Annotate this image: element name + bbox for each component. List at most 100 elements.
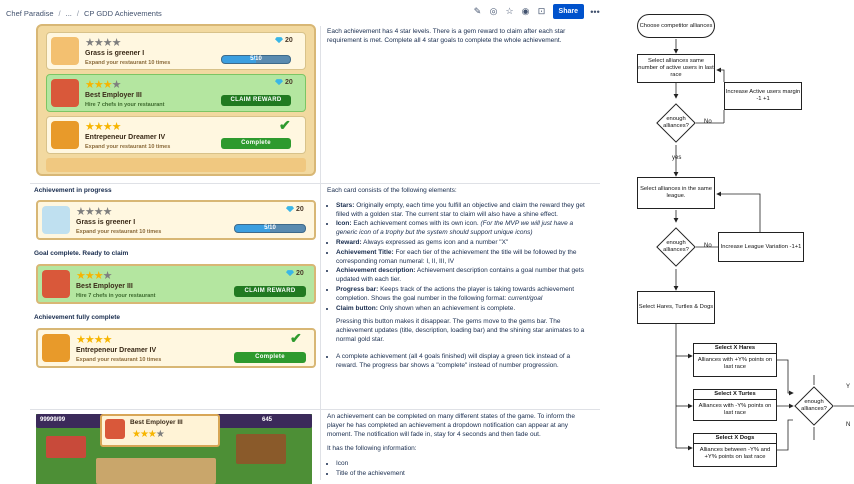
column-divider	[320, 184, 321, 409]
achievement-card-in-progress: ★★★★ Grass is greener I Expand your rest…	[36, 200, 316, 240]
star-icon[interactable]: ☆	[505, 6, 515, 17]
page-actions: ✎ ◎ ☆ ◉ ⊡ Share •••	[473, 4, 600, 19]
flowchart: Choose competitor alliances Select allia…	[600, 0, 854, 480]
achievement-title: Grass is greener I	[76, 219, 136, 226]
flow-start: Choose competitor alliances	[637, 14, 715, 38]
flow-label-no: No	[704, 119, 712, 125]
share-button[interactable]: Share	[552, 4, 584, 19]
stars: ★★★★	[76, 270, 112, 282]
achievement-description: Expand your restaurant 10 times	[85, 60, 171, 66]
achievement-icon	[42, 206, 70, 234]
check-icon: ✔	[279, 117, 291, 133]
complete-button: Complete	[234, 352, 306, 363]
achievement-card: ★★★★ Best Employer III Hire 7 chefs in y…	[46, 74, 306, 112]
achievement-description: Expand your restaurant 10 times	[76, 357, 162, 363]
watch-icon[interactable]: ◉	[521, 6, 531, 17]
flow-select-turtles: Select X Turtes Alliances with -Y% point…	[693, 389, 777, 421]
state-heading: Achievement in progress	[34, 187, 112, 194]
achievements-table: ★★★★ Grass is greener I Expand your rest…	[30, 24, 600, 484]
achievement-title: Best Employer III	[85, 92, 142, 99]
restrictions-icon[interactable]: ⊡	[537, 6, 547, 17]
gem-icon	[275, 37, 283, 44]
breadcrumb-separator: /	[58, 8, 61, 18]
achievement-card-complete: ★★★★ Entrepeneur Dreamer IV Expand your …	[36, 328, 316, 368]
game-field	[96, 458, 216, 484]
more-icon[interactable]: •••	[590, 7, 600, 17]
table-row: 99999/99 645 Best Employer III ★★★★ An a…	[30, 409, 600, 484]
achievement-icon	[42, 334, 70, 362]
comment-icon[interactable]: ◎	[489, 6, 499, 17]
flow-increase-active-users: Increase Active users margin -1 +1	[724, 82, 802, 110]
flow-select-hares: Select X Hares Alliances with +Y% points…	[693, 343, 777, 377]
row-description: Each achievement has 4 star levels. Ther…	[327, 28, 566, 44]
gem-reward: 20	[286, 270, 304, 277]
achievement-title: Best Employer III	[76, 283, 133, 290]
stars: ★★★★	[132, 429, 165, 440]
hud-coins: 645	[262, 417, 273, 423]
gem-reward: 20	[275, 79, 293, 86]
achievement-title: Entrepeneur Dreamer IV	[85, 134, 166, 141]
stars: ★★★★	[85, 79, 121, 91]
game-building	[46, 436, 86, 458]
table-row: Achievement in progress ★★★★ Grass is gr…	[30, 183, 600, 409]
gem-icon	[286, 206, 294, 213]
breadcrumb-space[interactable]: Chef Paradise	[6, 9, 54, 18]
stars: ★★★★	[85, 37, 121, 49]
notification-title: Best Employer III	[130, 419, 183, 426]
flow-label-n: N	[846, 422, 851, 428]
flow-increase-league-variation: Increase League Variation -1+1	[718, 232, 804, 262]
flow-decision-enough-alliances: enough alliances?	[656, 103, 696, 143]
achievement-description: Hire 7 chefs in your restaurant	[85, 102, 165, 108]
flow-select-dogs: Select X Dogs Alliances between -Y% and …	[693, 433, 777, 467]
gem-reward: 20	[286, 206, 304, 213]
claim-reward-button[interactable]: CLAIM REWARD	[234, 286, 306, 297]
top-bar: Chef Paradise / ... / CP GDD Achievement…	[0, 0, 600, 26]
gem-icon	[286, 270, 294, 277]
breadcrumb-page[interactable]: CP GDD Achievements	[84, 9, 162, 18]
achievement-title: Grass is greener I	[85, 50, 145, 57]
check-icon: ✔	[290, 330, 302, 346]
achievement-icon	[105, 419, 125, 439]
flow-decision-enough-alliances: enough alliances?	[656, 227, 696, 267]
stars: ★★★★	[76, 334, 112, 346]
breadcrumb-separator: /	[76, 8, 79, 18]
achievement-notification: Best Employer III ★★★★	[100, 414, 220, 447]
card-elements-description: Each card consists of the following elem…	[327, 187, 592, 371]
state-heading: Goal complete. Ready to claim	[34, 250, 129, 257]
flow-label-y: Y	[846, 384, 851, 390]
notification-description: An achievement can be completed on many …	[327, 413, 592, 480]
flow-label-no: No	[704, 243, 712, 249]
achievement-description: Expand your restaurant 10 times	[85, 144, 171, 150]
progress-bar: 5/10	[221, 55, 291, 64]
next-card-partial	[46, 158, 306, 172]
flow-decision-enough-alliances: enough alliances?	[794, 386, 834, 426]
flow-select-active-users: Select alliances same number of active u…	[637, 54, 715, 83]
game-notification-screenshot: 99999/99 645 Best Employer III ★★★★	[36, 414, 312, 484]
stars: ★★★★	[85, 121, 121, 133]
claim-reward-button[interactable]: CLAIM REWARD	[221, 95, 291, 106]
flow-select-same-league: Select alliances in the same league.	[637, 177, 715, 209]
achievement-card: ★★★★ Entrepeneur Dreamer IV Expand your …	[46, 116, 306, 154]
achievements-panel-image: ★★★★ Grass is greener I Expand your rest…	[36, 24, 316, 176]
complete-button: Complete	[221, 138, 291, 149]
state-heading: Achievement fully complete	[34, 314, 120, 321]
flow-select-hares-turtles-dogs: Select Hares, Turtles & Dogs	[637, 291, 715, 324]
gem-reward: 20	[275, 37, 293, 44]
achievement-description: Hire 7 chefs in your restaurant	[76, 293, 156, 299]
game-building	[236, 434, 286, 464]
edit-icon[interactable]: ✎	[473, 6, 483, 17]
table-row: ★★★★ Grass is greener I Expand your rest…	[30, 24, 600, 183]
achievement-icon	[51, 37, 79, 65]
progress-bar: 5/10	[234, 224, 306, 233]
achievement-card-claim: ★★★★ Best Employer III Hire 7 chefs in y…	[36, 264, 316, 304]
stars: ★★★★	[76, 206, 112, 218]
flow-label-yes: yes	[672, 155, 682, 161]
breadcrumb-ellipsis[interactable]: ...	[66, 9, 72, 18]
achievement-title: Entrepeneur Dreamer IV	[76, 347, 157, 354]
achievement-icon	[51, 121, 79, 149]
achievement-description: Expand your restaurant 10 times	[76, 229, 162, 235]
achievement-card: ★★★★ Grass is greener I Expand your rest…	[46, 32, 306, 70]
achievement-icon	[42, 270, 70, 298]
hud-gems: 99999/99	[40, 417, 66, 423]
gem-icon	[275, 79, 283, 86]
